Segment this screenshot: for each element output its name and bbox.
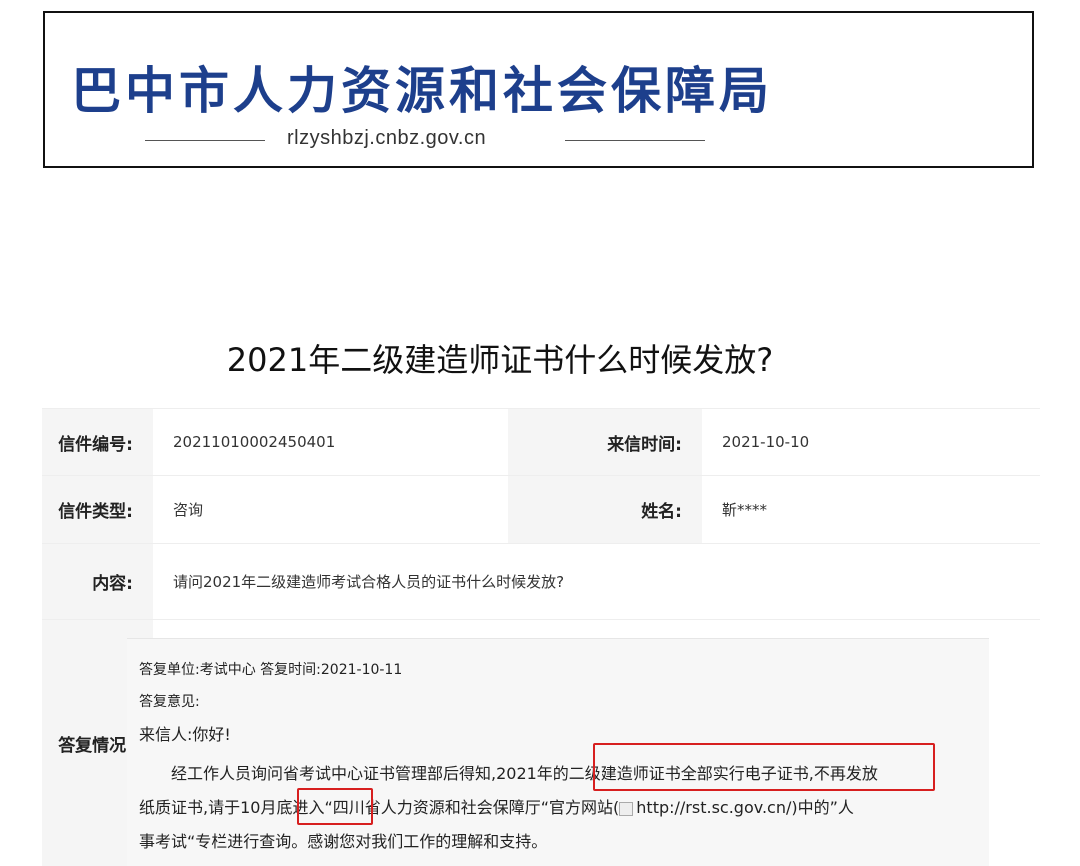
reply-paragraph-line-2-post: )中的”人 [791, 798, 854, 817]
site-banner: 巴中市人力资源和社会保障局 rlzyshbzj.cnbz.gov.cn [43, 11, 1034, 168]
letter-number-label: 信件编号: [42, 409, 153, 475]
reply-paragraph-line-2-pre: 纸质证书,请于10月底进入“四川省人力资源和社会保障厅“官方网站( [139, 798, 620, 817]
official-site-link[interactable]: http://rst.sc.gov.cn/ [636, 798, 791, 817]
letter-type-value: 咨询 [153, 476, 508, 543]
reply-unit-time: 答复单位:考试中心 答复时间:2021-10-11 [139, 662, 403, 678]
sender-name-label: 姓名: [508, 476, 702, 543]
letter-time-label: 来信时间: [508, 409, 702, 475]
highlight-october-end [297, 788, 373, 825]
page-title: 2021年二级建造师证书什么时候发放? [226, 341, 774, 379]
reply-greeting: 来信人:你好! [139, 725, 231, 744]
divider-left [145, 140, 265, 141]
reply-paragraph-line-2: 纸质证书,请于10月底进入“四川省人力资源和社会保障厅“官方网站( http://… [139, 794, 854, 818]
site-url[interactable]: rlzyshbzj.cnbz.gov.cn [287, 127, 486, 150]
table-row: 内容: 请问2021年二级建造师考试合格人员的证书什么时候发放? [42, 543, 1040, 619]
letter-type-label: 信件类型: [42, 476, 153, 543]
reply-paragraph-line-3: 事考试“专栏进行查询。感谢您对我们工作的理解和支持。 [139, 832, 548, 851]
sender-name-value: 靳**** [702, 476, 1040, 543]
table-row: 信件类型: 咨询 姓名: 靳**** [42, 475, 1040, 543]
divider-right [565, 140, 705, 141]
reply-content: 答复单位:考试中心 答复时间:2021-10-11 答复意见: 来信人:你好! … [127, 638, 989, 866]
content-value: 请问2021年二级建造师考试合格人员的证书什么时候发放? [153, 544, 1040, 619]
highlight-electronic-certificate [593, 743, 935, 791]
reply-opinion-label: 答复意见: [139, 694, 200, 710]
broken-image-icon [619, 801, 634, 816]
table-row: 信件编号: 20211010002450401 来信时间: 2021-10-10 [42, 408, 1040, 475]
letter-number-value: 20211010002450401 [153, 409, 508, 475]
letter-time-value: 2021-10-10 [702, 409, 1040, 475]
content-label: 内容: [42, 544, 153, 619]
site-title: 巴中市人力资源和社会保障局 [71, 61, 773, 120]
